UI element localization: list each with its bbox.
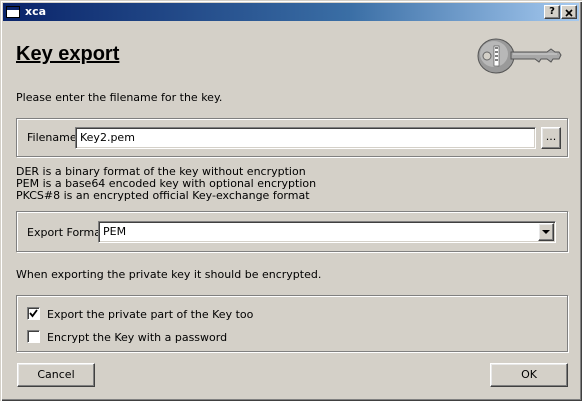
close-icon [565, 9, 573, 17]
export-format-label: Export Format [27, 226, 106, 239]
cancel-button[interactable]: Cancel [17, 363, 95, 387]
export-private-label: Export the private part of the Key too [47, 308, 254, 321]
filename-input[interactable]: Key2.pem [75, 127, 536, 149]
filename-label: Filename [27, 131, 77, 144]
help-button[interactable]: ? [544, 5, 560, 19]
title-bar[interactable]: xca ? [3, 3, 579, 21]
filename-group: Filename Key2.pem ... [16, 118, 568, 157]
export-private-checkbox-row[interactable]: Export the private part of the Key too [27, 307, 327, 322]
export-format-value: PEM [103, 225, 127, 238]
window-title: xca [25, 5, 47, 18]
export-private-checkbox[interactable] [27, 307, 40, 320]
filename-value: Key2.pem [80, 131, 135, 144]
options-group: Export the private part of the Key too E… [16, 295, 568, 352]
format-info: DER is a binary format of the key withou… [16, 166, 316, 202]
close-button[interactable] [561, 5, 577, 19]
dialog-window: xca ? Key export Please enter the filena… [0, 0, 582, 401]
export-format-group: Export Format PEM [16, 211, 568, 252]
page-title: Key export [16, 43, 120, 65]
encrypt-key-checkbox[interactable] [27, 330, 40, 343]
chevron-down-icon [542, 230, 550, 234]
ok-button[interactable]: OK [490, 363, 568, 387]
private-key-note: When exporting the private key it should… [16, 268, 322, 281]
format-info-line: PKCS#8 is an encrypted official Key-exch… [16, 189, 310, 202]
encrypt-key-label: Encrypt the Key with a password [47, 331, 228, 344]
intro-text: Please enter the filename for the key. [16, 91, 223, 104]
dropdown-button[interactable] [538, 223, 554, 241]
export-format-select[interactable]: PEM [98, 221, 556, 243]
encrypt-key-checkbox-row[interactable]: Encrypt the Key with a password [27, 330, 327, 345]
key-icon [477, 38, 562, 74]
checkmark-icon [29, 309, 38, 318]
app-window-icon [6, 6, 20, 18]
browse-button[interactable]: ... [541, 127, 561, 149]
